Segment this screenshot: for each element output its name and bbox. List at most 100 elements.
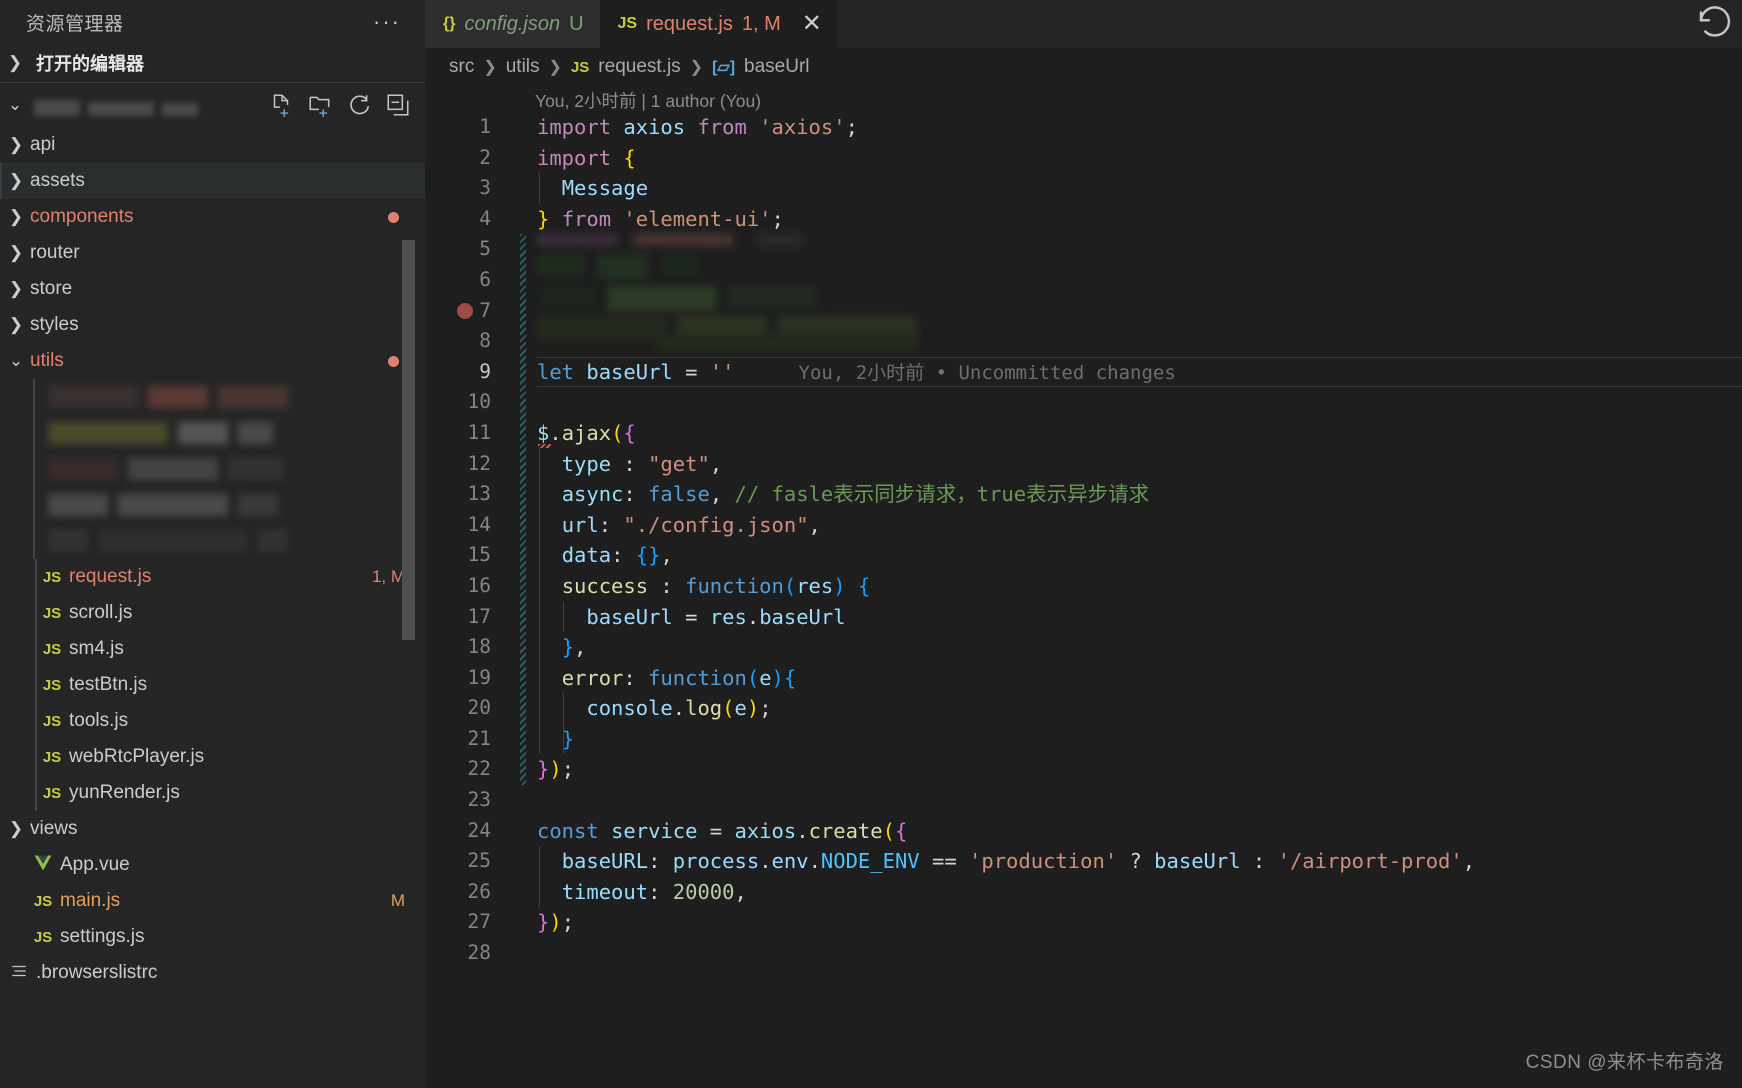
tree-item-settings-js[interactable]: JS settings.js bbox=[0, 919, 425, 955]
code-token: : bbox=[611, 543, 636, 568]
code-line-17[interactable]: 17 baseUrl = res.baseUrl bbox=[425, 601, 1742, 633]
editor-tab-config-json[interactable]: {} config.json U bbox=[425, 0, 600, 48]
code-line-12[interactable]: 12 type : "get", bbox=[425, 448, 1742, 480]
tree-item-yunrender-js[interactable]: JS yunRender.js bbox=[0, 775, 425, 811]
editor-gutter[interactable] bbox=[503, 938, 537, 969]
history-refresh-icon[interactable] bbox=[1694, 1, 1736, 48]
code-token: : bbox=[648, 849, 673, 874]
code-line-14[interactable]: 14 url: "./config.json", bbox=[425, 509, 1742, 541]
editor-tab-request-js[interactable]: JS request.js 1, M ✕ bbox=[599, 0, 838, 48]
chevron-down-icon: ⌄ bbox=[8, 351, 24, 370]
tree-item-components[interactable]: ❯ components bbox=[0, 199, 425, 235]
tree-item-app-vue[interactable]: App.vue bbox=[0, 847, 425, 883]
code-line-28[interactable]: 28 bbox=[425, 938, 1742, 969]
breadcrumb-item-request-js[interactable]: request.js bbox=[598, 56, 680, 78]
code-line-2[interactable]: 2 import { bbox=[425, 143, 1742, 174]
tree-item-redacted[interactable] bbox=[0, 379, 425, 415]
code-token: env bbox=[771, 849, 809, 874]
tree-item-browserslistrc[interactable]: .browserslistrc bbox=[0, 955, 425, 991]
tree-item-main-js[interactable]: JS main.js M bbox=[0, 883, 425, 919]
tree-item-webrtcplayer-js[interactable]: JS webRtcPlayer.js bbox=[0, 739, 425, 775]
close-icon[interactable]: ✕ bbox=[802, 12, 822, 36]
indent-guide bbox=[539, 570, 540, 602]
code-line-10[interactable]: 10 bbox=[425, 387, 1742, 418]
breadcrumb-item-src[interactable]: src bbox=[449, 56, 474, 78]
breadcrumb[interactable]: src ❯ utils ❯ JS request.js ❯ [▱] baseUrl bbox=[425, 48, 1742, 86]
code-line-text: success : function(res) { bbox=[537, 570, 1742, 602]
tab-label: config.json bbox=[464, 12, 561, 35]
code-line-24[interactable]: 24 const service = axios.create({ bbox=[425, 816, 1742, 847]
code-line-25[interactable]: 25 baseURL: process.env.NODE_ENV == 'pro… bbox=[425, 846, 1742, 877]
tree-item-dot-badge bbox=[388, 211, 399, 223]
tree-item-scroll-js[interactable]: JS scroll.js bbox=[0, 595, 425, 631]
code-token: : bbox=[598, 512, 624, 537]
collapse-all-icon[interactable] bbox=[385, 92, 411, 118]
tree-item-redacted[interactable] bbox=[0, 451, 425, 487]
code-line-4[interactable]: 4} from 'element-ui'; bbox=[425, 204, 1742, 235]
open-editors-section[interactable]: ❯ 打开的编辑器 bbox=[0, 44, 425, 82]
tree-item-views[interactable]: ❯ views bbox=[0, 811, 425, 847]
code-line-26[interactable]: 26 timeout: 20000, bbox=[425, 876, 1742, 908]
code-token: , bbox=[660, 543, 673, 568]
editor-gutter[interactable] bbox=[503, 785, 537, 816]
refresh-icon[interactable] bbox=[346, 92, 372, 118]
code-line-16[interactable]: 16 success : function(res) { bbox=[425, 570, 1742, 602]
tree-item-store[interactable]: ❯ store bbox=[0, 271, 425, 307]
editor-gutter[interactable] bbox=[503, 846, 537, 877]
code-line-23[interactable]: 23 bbox=[425, 785, 1742, 816]
tree-item-redacted[interactable] bbox=[0, 523, 425, 559]
code-line-27[interactable]: 27}); bbox=[425, 907, 1742, 938]
new-file-icon[interactable] bbox=[268, 92, 294, 118]
tree-item-testbtn-js[interactable]: JS testBtn.js bbox=[0, 667, 425, 703]
code-line-11[interactable]: 11 $.ajax({ bbox=[425, 418, 1742, 449]
code-token: , bbox=[709, 482, 735, 507]
tree-item-request-js[interactable]: JS request.js 1, M bbox=[0, 559, 425, 595]
code-lines[interactable]: 1 import axios from 'axios'; 2 import {3 Me… bbox=[425, 112, 1742, 969]
code-line-22[interactable]: 22}); bbox=[425, 754, 1742, 785]
code-line-9[interactable]: 9 let baseUrl = '' You, 2小时前 • Uncommitted… bbox=[425, 357, 1742, 388]
tree-item-styles[interactable]: ❯ styles bbox=[0, 307, 425, 343]
code-token: res bbox=[796, 573, 834, 598]
code-line-19[interactable]: 19 error: function(e){ bbox=[425, 662, 1742, 694]
breakpoint-marker[interactable] bbox=[457, 302, 473, 319]
inline-blame: You, 2小时前 • Uncommitted changes bbox=[798, 361, 1176, 384]
sidebar-scrollbar[interactable] bbox=[402, 240, 415, 640]
code-token: import bbox=[537, 145, 612, 170]
editor-gutter[interactable] bbox=[503, 907, 537, 938]
new-folder-icon[interactable] bbox=[307, 92, 333, 118]
code-line-13[interactable]: 13 async: false, // fasle表示同步请求，true表示异步… bbox=[425, 479, 1742, 510]
code-token: function bbox=[685, 573, 784, 598]
tree-item-assets[interactable]: ❯ assets bbox=[0, 163, 425, 199]
tree-item-redacted[interactable] bbox=[0, 487, 425, 523]
tree-item-router[interactable]: ❯ router bbox=[0, 235, 425, 271]
editor-gutter[interactable] bbox=[503, 112, 537, 143]
breadcrumb-item-utils[interactable]: utils bbox=[506, 56, 540, 78]
code-line-1[interactable]: 1 import axios from 'axios'; bbox=[425, 112, 1742, 143]
tree-item-tools-js[interactable]: JS tools.js bbox=[0, 703, 425, 739]
code-token: '/airport-prod' bbox=[1277, 849, 1463, 874]
code-token: ? bbox=[1117, 849, 1155, 874]
editor-gutter[interactable] bbox=[503, 816, 537, 847]
tree-item-api[interactable]: ❯ api bbox=[0, 127, 425, 163]
editor-gutter[interactable] bbox=[503, 877, 537, 908]
code-editor[interactable]: You, 2小时前 | 1 author (You) 1 import axios… bbox=[425, 86, 1742, 1088]
code-line-18[interactable]: 18 }, bbox=[425, 632, 1742, 663]
editor-gutter[interactable] bbox=[503, 204, 537, 235]
tree-item-redacted[interactable] bbox=[0, 415, 425, 451]
file-tree[interactable]: ❯ api ❯ assets ❯ components ❯ router ❯ store ❯ styl… bbox=[0, 127, 425, 991]
explorer-more-actions-icon[interactable]: ··· bbox=[373, 11, 401, 33]
breadcrumb-item-baseurl[interactable]: baseUrl bbox=[744, 56, 809, 78]
code-token: error bbox=[561, 665, 624, 690]
code-line-15[interactable]: 15 data: {}, bbox=[425, 540, 1742, 571]
tree-item-utils[interactable]: ⌄ utils bbox=[0, 343, 425, 379]
editor-gutter[interactable] bbox=[503, 173, 537, 204]
code-line-21[interactable]: 21 } bbox=[425, 723, 1742, 755]
tree-item-sm4-js[interactable]: JS sm4.js bbox=[0, 631, 425, 667]
workspace-root-row[interactable]: ⌄ bbox=[0, 83, 425, 127]
editor-gutter[interactable] bbox=[503, 143, 537, 174]
indent-guide bbox=[33, 451, 35, 487]
code-line-20[interactable]: 20 console.log(e); bbox=[425, 693, 1742, 724]
code-line-3[interactable]: 3 Message bbox=[425, 173, 1742, 204]
